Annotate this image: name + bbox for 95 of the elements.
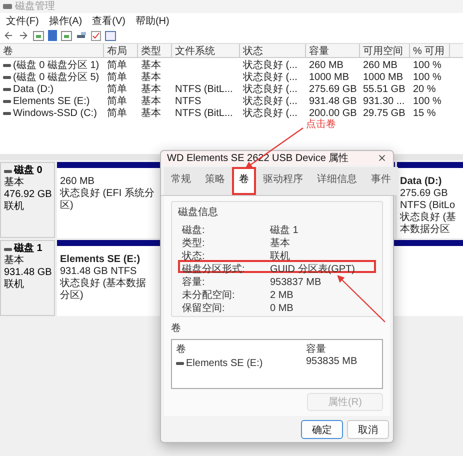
table-cell-text: 1000 MB	[308, 72, 350, 82]
table-cell-text: 基本	[140, 106, 162, 120]
disk-name: 磁盘 0	[14, 165, 42, 176]
tab[interactable]: 策略	[198, 167, 232, 195]
column-header[interactable]: 容量	[306, 44, 360, 58]
info-label: 容量:	[182, 276, 206, 289]
tab[interactable]: 驱动程序	[256, 167, 310, 195]
column-header[interactable]: 文件系统	[172, 44, 240, 58]
info-label: 状态:	[182, 250, 206, 263]
tab[interactable]: 常规	[164, 167, 198, 195]
table-cell-text: 100 %	[412, 60, 442, 70]
table-cell-text: 100 %	[412, 72, 442, 82]
partition-size: 275.69 GB NTFS (BitLo	[400, 188, 456, 212]
table-cell-text: 简单	[106, 58, 128, 72]
dialog-button[interactable]: 确定	[301, 420, 343, 439]
partition-size: 260 MB	[60, 176, 94, 188]
disk-name: 磁盘 1	[14, 243, 42, 254]
table-cell-text: 基本	[140, 94, 162, 108]
partition-title: Elements SE (E:)	[60, 254, 140, 266]
table-cell-text: 简单	[106, 70, 128, 84]
annotation-note: 点击卷	[306, 118, 336, 131]
table-cell-text: NTFS	[174, 96, 202, 106]
table-cell-text: 931.30 ...	[362, 96, 406, 106]
column-header[interactable]: 容量	[306, 342, 378, 356]
group-title: 磁盘信息	[178, 206, 219, 219]
info-value: 基本	[270, 236, 291, 250]
table-cell-text: 55.51 GB	[362, 84, 406, 94]
info-value: 0 MB	[270, 302, 294, 314]
table-cell-text: 简单	[106, 106, 128, 120]
tab[interactable]: 卷	[232, 167, 256, 195]
partition-status: 状态良好 (基本数据分区	[400, 212, 458, 236]
list-cell-text: 953835 MB	[306, 356, 358, 369]
table-cell-text: 简单	[106, 82, 128, 96]
volume-name: Data (D:)	[13, 84, 54, 94]
table-cell-text: 100 %	[412, 96, 442, 106]
menu-item[interactable]: 查看(V)	[92, 14, 126, 28]
table-cell-text: 状态良好 (...	[242, 70, 298, 84]
dialog-button[interactable]: 取消	[347, 420, 389, 439]
volume-name: (磁盘 0 磁盘分区 5)	[13, 71, 100, 84]
menu-item[interactable]: 文件(F)	[6, 14, 39, 28]
partition-status: 状态良好 (基本数据分区)	[60, 278, 148, 302]
table-cell-text: 260 MB	[362, 60, 398, 70]
disk-size: 476.92 GB	[4, 189, 51, 200]
column-header[interactable]: 类型	[138, 44, 172, 58]
section-title: 卷	[171, 322, 182, 335]
volume-name: Elements SE (E:)	[13, 96, 90, 106]
table-cell-text: 简单	[106, 94, 128, 108]
partition-title: Data (D:)	[400, 176, 442, 188]
menu-item[interactable]: 帮助(H)	[135, 14, 170, 28]
column-header[interactable]: 布局	[104, 44, 138, 58]
list-item[interactable]: Elements SE (E:)	[186, 358, 263, 368]
table-cell-text: 931.48 GB	[308, 96, 358, 106]
table-cell-text: 1000 MB	[362, 72, 404, 82]
table-cell-text: 260 MB	[308, 60, 344, 70]
partition-size: 931.48 GB NTFS	[60, 266, 137, 278]
disk-type: 基本	[4, 255, 25, 267]
info-value: 磁盘 1	[270, 224, 300, 237]
volume-name: (磁盘 0 磁盘分区 1)	[13, 59, 100, 72]
info-value: 953837 MB	[270, 276, 322, 288]
table-cell-text: NTFS (BitL...	[174, 84, 234, 94]
table-cell-text: 状态良好 (...	[242, 58, 298, 72]
disk-status: 联机	[4, 279, 25, 291]
disk-type: 基本	[4, 177, 25, 189]
info-label: 磁盘:	[182, 224, 206, 237]
table-cell-text: 状态良好 (...	[242, 106, 298, 120]
info-value: 2 MB	[270, 290, 294, 300]
column-header[interactable]: 卷	[0, 44, 104, 58]
info-label: 类型:	[182, 236, 206, 250]
table-cell-text: 15 %	[412, 108, 437, 118]
partition-block[interactable]: Data (D:) 275.69 GB NTFS (BitLo 状态良好 (基本数据分区	[397, 162, 463, 238]
window-title: 磁盘管理	[15, 2, 55, 12]
tab[interactable]: 事件	[364, 167, 398, 195]
volume-name: Windows-SSD (C:)	[13, 108, 97, 118]
column-header[interactable]: % 可用	[410, 44, 450, 58]
disk-size: 931.48 GB	[4, 267, 51, 278]
table-cell-text: 29.75 GB	[362, 108, 406, 118]
partition-status: 状态良好 (EFI 系统分区)	[60, 188, 156, 212]
column-header[interactable]: 可用空间	[360, 44, 410, 58]
column-header[interactable]: 卷	[176, 342, 306, 356]
tab[interactable]: 详细信息	[310, 167, 364, 195]
table-cell-text: 基本	[140, 70, 162, 84]
table-cell-text: 状态良好 (...	[242, 82, 298, 96]
table-cell-text: 基本	[140, 82, 162, 96]
table-cell-text: 基本	[140, 58, 162, 72]
info-label: 保留空间:	[182, 302, 226, 315]
table-cell-text: 状态良好 (...	[242, 94, 298, 108]
table-cell-text: 20 %	[412, 84, 437, 94]
info-value: 联机	[270, 250, 291, 263]
table-cell-text: 200.00 GB	[308, 108, 358, 118]
menu-item[interactable]: 操作(A)	[48, 14, 82, 28]
info-label: 未分配空间:	[182, 288, 236, 302]
disk-status: 联机	[4, 201, 25, 213]
table-cell-text: NTFS (BitL...	[174, 108, 234, 118]
table-cell-text: 275.69 GB	[308, 84, 358, 94]
column-header[interactable]: 状态	[240, 44, 306, 58]
